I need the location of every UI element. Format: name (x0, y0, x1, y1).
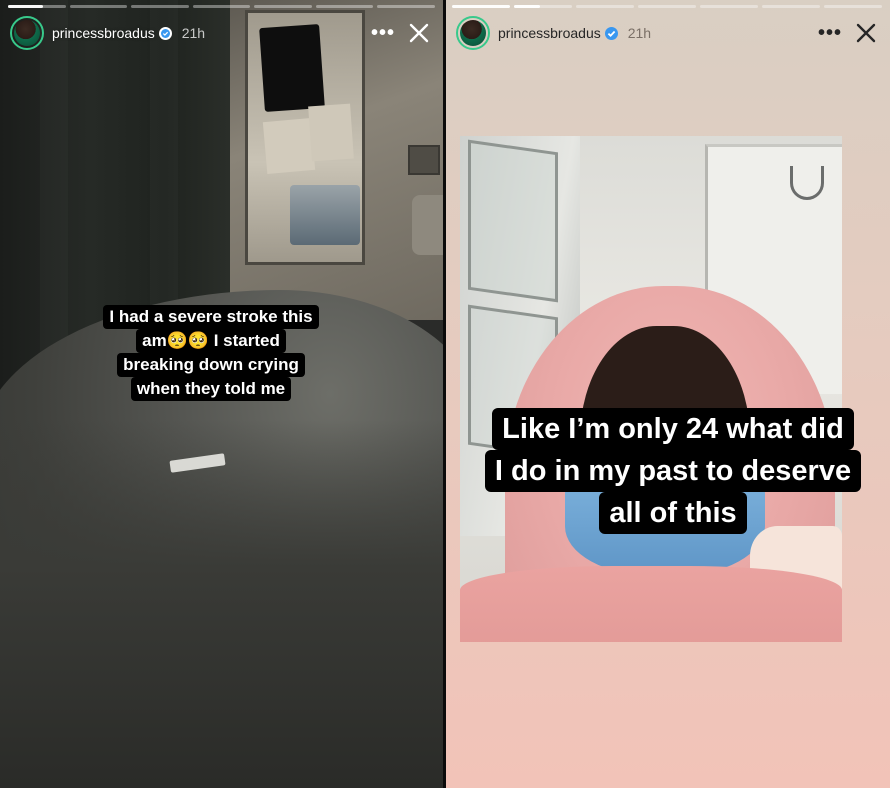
wall-paper (262, 118, 316, 174)
wall-socket (408, 145, 440, 175)
progress-segment (700, 5, 758, 8)
progress-segment (192, 5, 251, 8)
progress-segment (452, 5, 510, 8)
story-progress-bar (452, 5, 882, 8)
caption-line: all of this (599, 492, 747, 534)
more-options-icon[interactable]: ••• (369, 19, 397, 47)
bed-blanket-shadow (0, 420, 443, 788)
story-panel-left[interactable]: princessbroadus 21h ••• I had a severe s… (0, 0, 443, 788)
progress-segment (762, 5, 820, 8)
username[interactable]: princessbroadus (498, 25, 601, 41)
story-caption: Like I’m only 24 what did I do in my pas… (466, 408, 880, 534)
close-icon[interactable] (405, 19, 433, 47)
progress-segment (377, 5, 436, 8)
caption-line: I do in my past to deserve (484, 450, 862, 492)
story-caption: I had a severe stroke this am🥺🥺 I starte… (95, 305, 327, 401)
progress-segment (131, 5, 189, 8)
iv-hook (790, 166, 824, 200)
progress-fill (8, 5, 43, 8)
pink-robe (460, 566, 842, 642)
medical-equipment (290, 185, 360, 245)
close-icon[interactable] (852, 19, 880, 47)
timestamp: 21h (627, 25, 652, 41)
progress-segment (514, 5, 572, 8)
progress-segment (576, 5, 634, 8)
verified-badge-icon (158, 26, 172, 40)
more-options-icon[interactable]: ••• (816, 19, 844, 47)
caption-line: when they told me (130, 377, 292, 401)
username[interactable]: princessbroadus (52, 25, 155, 41)
progress-segment (824, 5, 882, 8)
progress-segment (69, 5, 128, 8)
wall-paper (308, 103, 354, 162)
progress-segment (638, 5, 696, 8)
story-progress-bar (8, 5, 436, 8)
timestamp: 21h (181, 25, 206, 41)
avatar[interactable] (456, 16, 490, 50)
progress-segment (8, 5, 66, 8)
story-header: princessbroadus 21h ••• (456, 16, 880, 50)
story-photo (460, 136, 842, 642)
glass-pane (468, 139, 558, 303)
sink (412, 195, 443, 255)
caption-line: I had a severe stroke this (103, 305, 319, 329)
avatar[interactable] (10, 16, 44, 50)
progress-segment (315, 5, 374, 8)
progress-segment (254, 5, 312, 8)
caption-line: Like I’m only 24 what did (492, 408, 854, 450)
caption-line: am🥺🥺 I started (136, 329, 286, 353)
progress-fill (514, 5, 541, 8)
verified-badge-icon (604, 26, 618, 40)
caption-line: breaking down crying (117, 353, 305, 377)
story-header: princessbroadus 21h ••• (10, 16, 433, 50)
story-panel-right[interactable]: princessbroadus 21h ••• Like I’m only 24… (446, 0, 890, 788)
